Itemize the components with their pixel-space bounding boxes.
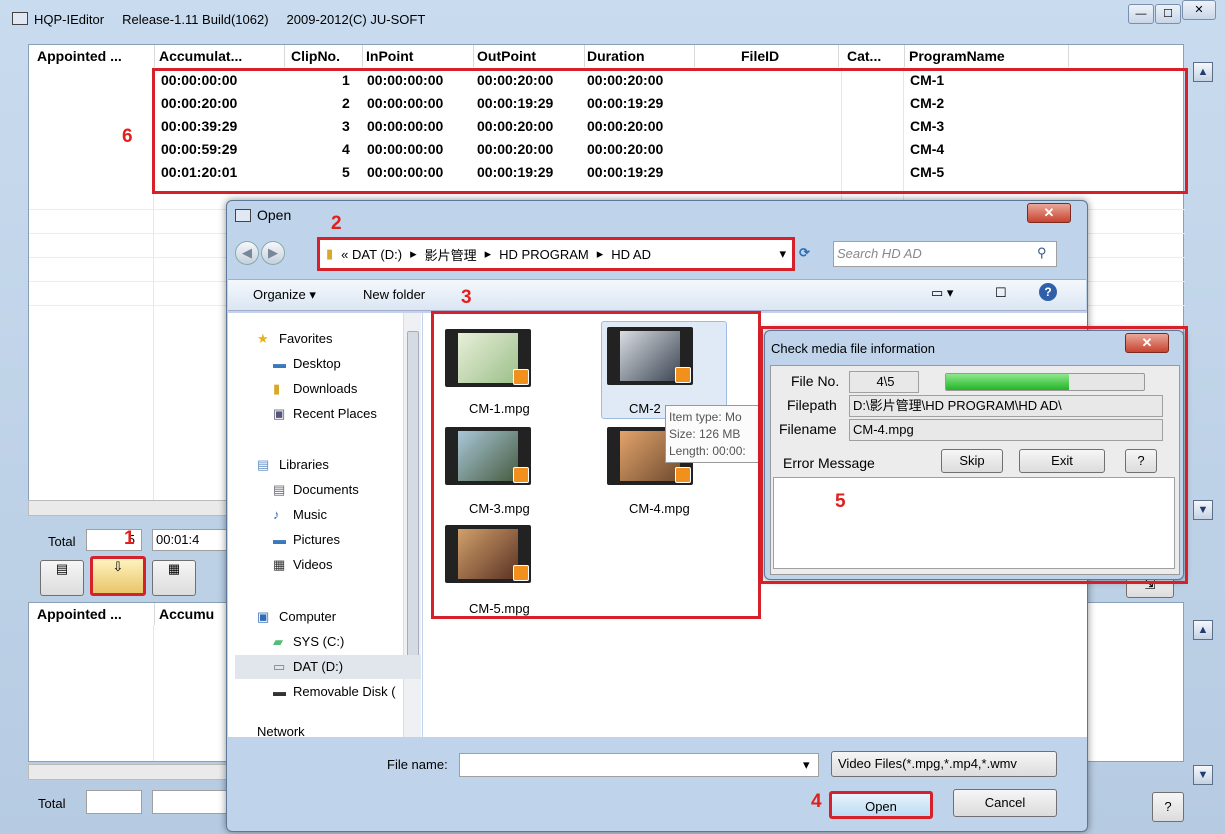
lower-move-top-button[interactable]: ▲ bbox=[1193, 620, 1213, 640]
total-label: Total bbox=[48, 534, 76, 549]
drive-c-icon: ▰ bbox=[273, 634, 283, 649]
lower-move-bottom-button[interactable]: ▼ bbox=[1193, 765, 1213, 785]
col-duration[interactable]: Duration bbox=[587, 45, 695, 67]
forward-button[interactable]: ▶ bbox=[261, 241, 285, 265]
minimize-button[interactable]: — bbox=[1128, 4, 1154, 24]
calculator-icon[interactable]: ▦ bbox=[152, 560, 196, 596]
callout-4: 4 bbox=[811, 791, 822, 812]
nav-desktop[interactable]: Desktop bbox=[293, 356, 341, 371]
col-outpoint[interactable]: OutPoint bbox=[477, 45, 585, 67]
col-inpoint[interactable]: InPoint bbox=[366, 45, 474, 67]
nav-favorites[interactable]: Favorites bbox=[279, 331, 332, 346]
col-programname[interactable]: ProgramName bbox=[909, 45, 1069, 67]
nav-scroll-thumb[interactable] bbox=[407, 331, 419, 671]
app-copyright: 2009-2012(C) JU-SOFT bbox=[286, 11, 426, 27]
nav-removable-disk[interactable]: Removable Disk ( bbox=[293, 684, 396, 699]
app-title: HQP-IEditor bbox=[34, 11, 105, 27]
nav-documents[interactable]: Documents bbox=[293, 482, 359, 497]
col-fileid[interactable]: FileID bbox=[741, 45, 839, 67]
move-bottom-button[interactable]: ▼ bbox=[1193, 500, 1213, 520]
open-dialog-title: Open bbox=[257, 207, 292, 223]
open-close-button[interactable]: ✕ bbox=[1027, 203, 1071, 223]
app-release: Release-1.11 Build(1062) bbox=[122, 11, 269, 27]
videos-icon: ▦ bbox=[273, 557, 286, 572]
callout-3: 3 bbox=[461, 287, 472, 308]
drive-d-icon: ▭ bbox=[273, 659, 286, 674]
nav-dat-d[interactable]: DAT (D:) bbox=[293, 659, 343, 674]
total-duration: 00:01:4 bbox=[152, 529, 228, 551]
recent-places-icon: ▣ bbox=[273, 406, 286, 421]
lower-total-count bbox=[86, 790, 142, 814]
file-name-label: File name: bbox=[387, 757, 448, 772]
title-bar: HQP-IEditor Release-1.11 Build(1062) 200… bbox=[0, 0, 1225, 38]
file-type-filter[interactable]: Video Files(*.mpg,*.mp4,*.wmv bbox=[831, 751, 1057, 777]
help-button[interactable]: ? bbox=[1152, 792, 1184, 822]
pictures-icon: ▬ bbox=[273, 532, 286, 547]
highlight-box-3 bbox=[431, 311, 761, 619]
desktop-icon: ▬ bbox=[273, 356, 286, 371]
preview-pane-icon[interactable]: ☐ bbox=[995, 285, 1007, 301]
nav-recent-places[interactable]: Recent Places bbox=[293, 406, 377, 421]
maximize-button[interactable]: ☐ bbox=[1155, 4, 1181, 24]
lower-total-label: Total bbox=[38, 796, 66, 811]
cancel-button[interactable]: Cancel bbox=[953, 789, 1057, 817]
move-top-button[interactable]: ▲ bbox=[1193, 62, 1213, 82]
star-icon: ★ bbox=[257, 331, 269, 346]
documents-icon: ▤ bbox=[273, 482, 286, 497]
refresh-icon[interactable]: ⟳ bbox=[799, 245, 810, 261]
callout-6: 6 bbox=[122, 126, 133, 147]
computer-icon: ▣ bbox=[257, 609, 270, 624]
horizontal-scrollbar[interactable] bbox=[28, 500, 228, 516]
highlight-box-2 bbox=[317, 237, 795, 271]
file-list-icon[interactable]: ▤ bbox=[40, 560, 84, 596]
col-category[interactable]: Cat... bbox=[847, 45, 905, 67]
highlight-box-5 bbox=[760, 326, 1188, 584]
nav-downloads[interactable]: Downloads bbox=[293, 381, 357, 396]
music-icon: ♪ bbox=[273, 507, 280, 522]
open-button[interactable]: Open bbox=[829, 791, 933, 819]
filename-dropdown-icon[interactable]: ▾ bbox=[803, 757, 810, 773]
file-name-input[interactable] bbox=[459, 753, 819, 777]
col-clipno[interactable]: ClipNo. bbox=[291, 45, 363, 67]
search-icon[interactable]: ⚲ bbox=[1037, 245, 1047, 261]
nav-pictures[interactable]: Pictures bbox=[293, 532, 340, 547]
downloads-icon: ▮ bbox=[273, 381, 281, 396]
views-icon[interactable]: ▭ ▾ bbox=[931, 285, 961, 301]
search-input[interactable]: Search HD AD bbox=[833, 241, 1057, 267]
lower-col-appointed[interactable]: Appointed ... bbox=[37, 603, 155, 625]
close-button[interactable]: ✕ bbox=[1182, 0, 1216, 20]
nav-computer[interactable]: Computer bbox=[279, 609, 336, 624]
grid-divider bbox=[153, 625, 154, 761]
libraries-icon: ▤ bbox=[257, 457, 270, 472]
col-accumulated[interactable]: Accumulat... bbox=[159, 45, 285, 67]
import-files-icon[interactable]: ⇩ bbox=[90, 556, 146, 596]
nav-libraries[interactable]: Libraries bbox=[279, 457, 329, 472]
col-appointed[interactable]: Appointed ... bbox=[37, 45, 155, 67]
back-button[interactable]: ◀ bbox=[235, 241, 259, 265]
nav-network[interactable]: Network bbox=[257, 727, 305, 737]
dialog-icon bbox=[235, 209, 251, 222]
new-folder-button[interactable]: New folder bbox=[363, 287, 425, 302]
removable-disk-icon: ▬ bbox=[273, 684, 286, 699]
callout-1: 1 bbox=[124, 528, 135, 549]
highlight-box-6 bbox=[152, 68, 1188, 194]
nav-videos[interactable]: Videos bbox=[293, 557, 333, 572]
nav-sys-c[interactable]: SYS (C:) bbox=[293, 634, 344, 649]
lower-total-duration bbox=[152, 790, 228, 814]
lower-horizontal-scrollbar[interactable] bbox=[28, 764, 228, 780]
nav-music[interactable]: Music bbox=[293, 507, 327, 522]
callout-2: 2 bbox=[331, 213, 342, 234]
organize-button[interactable]: Organize ▾ bbox=[253, 287, 316, 303]
help-icon[interactable]: ? bbox=[1039, 283, 1057, 301]
